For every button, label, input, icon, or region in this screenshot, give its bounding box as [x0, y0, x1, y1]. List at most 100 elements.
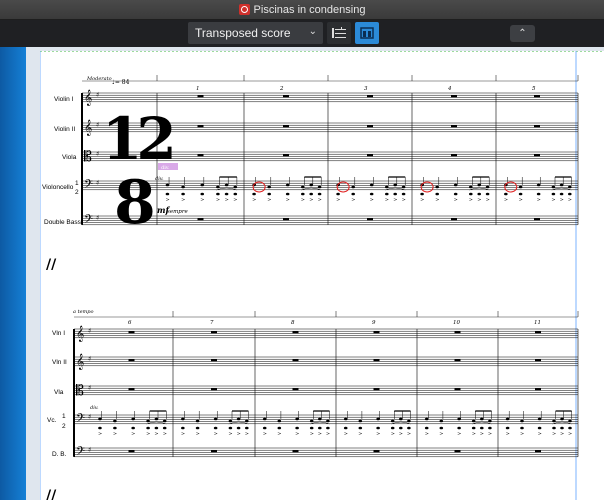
whole-rest: [534, 125, 540, 128]
divisi-number: 2: [75, 189, 79, 196]
accent-mark: >: [154, 431, 158, 437]
accent-mark: >: [245, 431, 249, 437]
accent-mark: >: [370, 197, 374, 203]
bar-number: 5: [532, 86, 536, 92]
staff-label: Vla: [54, 389, 64, 396]
app-icon: [238, 4, 250, 15]
key-signature: ♯: [96, 121, 99, 129]
accent-mark: >: [233, 197, 237, 203]
whole-rest: [128, 450, 135, 453]
page-view-icon: [360, 27, 374, 39]
notehead: [336, 192, 340, 196]
whole-rest: [367, 95, 373, 98]
notehead: [245, 426, 249, 430]
whole-rest: [367, 218, 373, 221]
notehead: [318, 426, 322, 430]
accent-mark: >: [480, 431, 484, 437]
whole-rest: [283, 218, 289, 221]
notehead: [488, 426, 492, 430]
notehead: [200, 183, 205, 187]
notehead: [471, 426, 476, 430]
whole-rest: [283, 125, 289, 128]
notehead: [518, 185, 523, 189]
accent-mark: >: [519, 197, 523, 203]
whole-rest: [211, 388, 217, 391]
accent-mark: >: [407, 431, 411, 437]
notehead: [536, 192, 541, 196]
page-view-button[interactable]: [355, 22, 379, 44]
notehead: [309, 426, 314, 430]
notehead: [301, 192, 305, 196]
notehead: [485, 192, 490, 196]
accent-mark: >: [196, 431, 200, 437]
accent-mark: >: [336, 197, 340, 203]
notehead: [435, 185, 440, 189]
notehead: [390, 419, 395, 423]
accent-mark: >: [469, 197, 473, 203]
notehead: [343, 426, 348, 430]
notehead: [98, 417, 102, 421]
bar-number: 11: [534, 320, 541, 326]
galley-view-button[interactable]: [327, 22, 351, 44]
staff-label: Vc.: [47, 417, 57, 424]
dynamic-text: sempre: [167, 209, 188, 215]
bar-number: 4: [447, 86, 452, 92]
notehead: [477, 192, 482, 196]
accent-mark: >: [286, 197, 290, 203]
whole-rest: [534, 95, 540, 98]
notehead: [385, 185, 389, 189]
whole-rest: [292, 450, 299, 453]
score-canvas: Moderato ♩= 84 Violin I Violin II Viola …: [40, 51, 604, 500]
div-marking: div.: [155, 176, 164, 182]
whole-rest: [283, 154, 289, 157]
notehead: [301, 185, 305, 189]
accent-mark: >: [228, 431, 232, 437]
staff-label: Double Bass: [44, 219, 82, 226]
notehead: [295, 417, 299, 421]
collapse-toolbar-button[interactable]: ⌃: [510, 25, 535, 42]
accent-mark: >: [358, 431, 362, 437]
highlight-circle: [504, 181, 518, 193]
notehead: [399, 417, 403, 421]
bass-clef-icon: 𝄢: [76, 412, 85, 428]
whole-rest: [373, 331, 380, 334]
accent-mark: >: [506, 431, 510, 437]
notehead: [568, 426, 572, 430]
notehead: [424, 426, 429, 430]
whole-rest: [535, 450, 541, 453]
notehead: [477, 183, 482, 187]
notehead: [457, 426, 461, 430]
score-workspace[interactable]: Moderato ♩= 84 Violin I Violin II Viola …: [26, 47, 604, 500]
score-page[interactable]: Moderato ♩= 84 Violin I Violin II Viola …: [40, 51, 604, 500]
tempo-mark: ♩= 84: [112, 79, 130, 86]
notehead: [309, 192, 314, 196]
whole-rest: [197, 125, 204, 128]
divisi-number: 2: [62, 423, 66, 430]
accent-mark: >: [181, 431, 185, 437]
bar-number: 8: [291, 320, 295, 326]
accent-mark: >: [237, 431, 241, 437]
accent-mark: >: [504, 197, 508, 203]
staff-label: Viola: [62, 154, 77, 161]
accent-mark: >: [477, 197, 481, 203]
notehead: [162, 426, 167, 430]
accent-mark: >: [295, 431, 299, 437]
notehead: [154, 426, 159, 430]
accent-mark: >: [98, 431, 102, 437]
notehead: [560, 426, 564, 430]
notehead: [480, 417, 484, 421]
notehead: [485, 185, 490, 189]
view-select[interactable]: Transposed score ⌄: [188, 22, 323, 44]
notehead: [326, 426, 330, 430]
staff-label: Violin I: [54, 96, 74, 103]
notehead: [285, 192, 290, 196]
notehead: [453, 183, 458, 187]
notehead: [453, 192, 458, 196]
notehead: [233, 185, 238, 189]
left-panel: [0, 47, 26, 500]
notehead: [424, 417, 429, 421]
accent-mark: >: [486, 197, 490, 203]
notehead: [469, 192, 473, 196]
whole-rest: [454, 331, 461, 334]
treble-clef-icon: 𝄞: [84, 90, 92, 106]
